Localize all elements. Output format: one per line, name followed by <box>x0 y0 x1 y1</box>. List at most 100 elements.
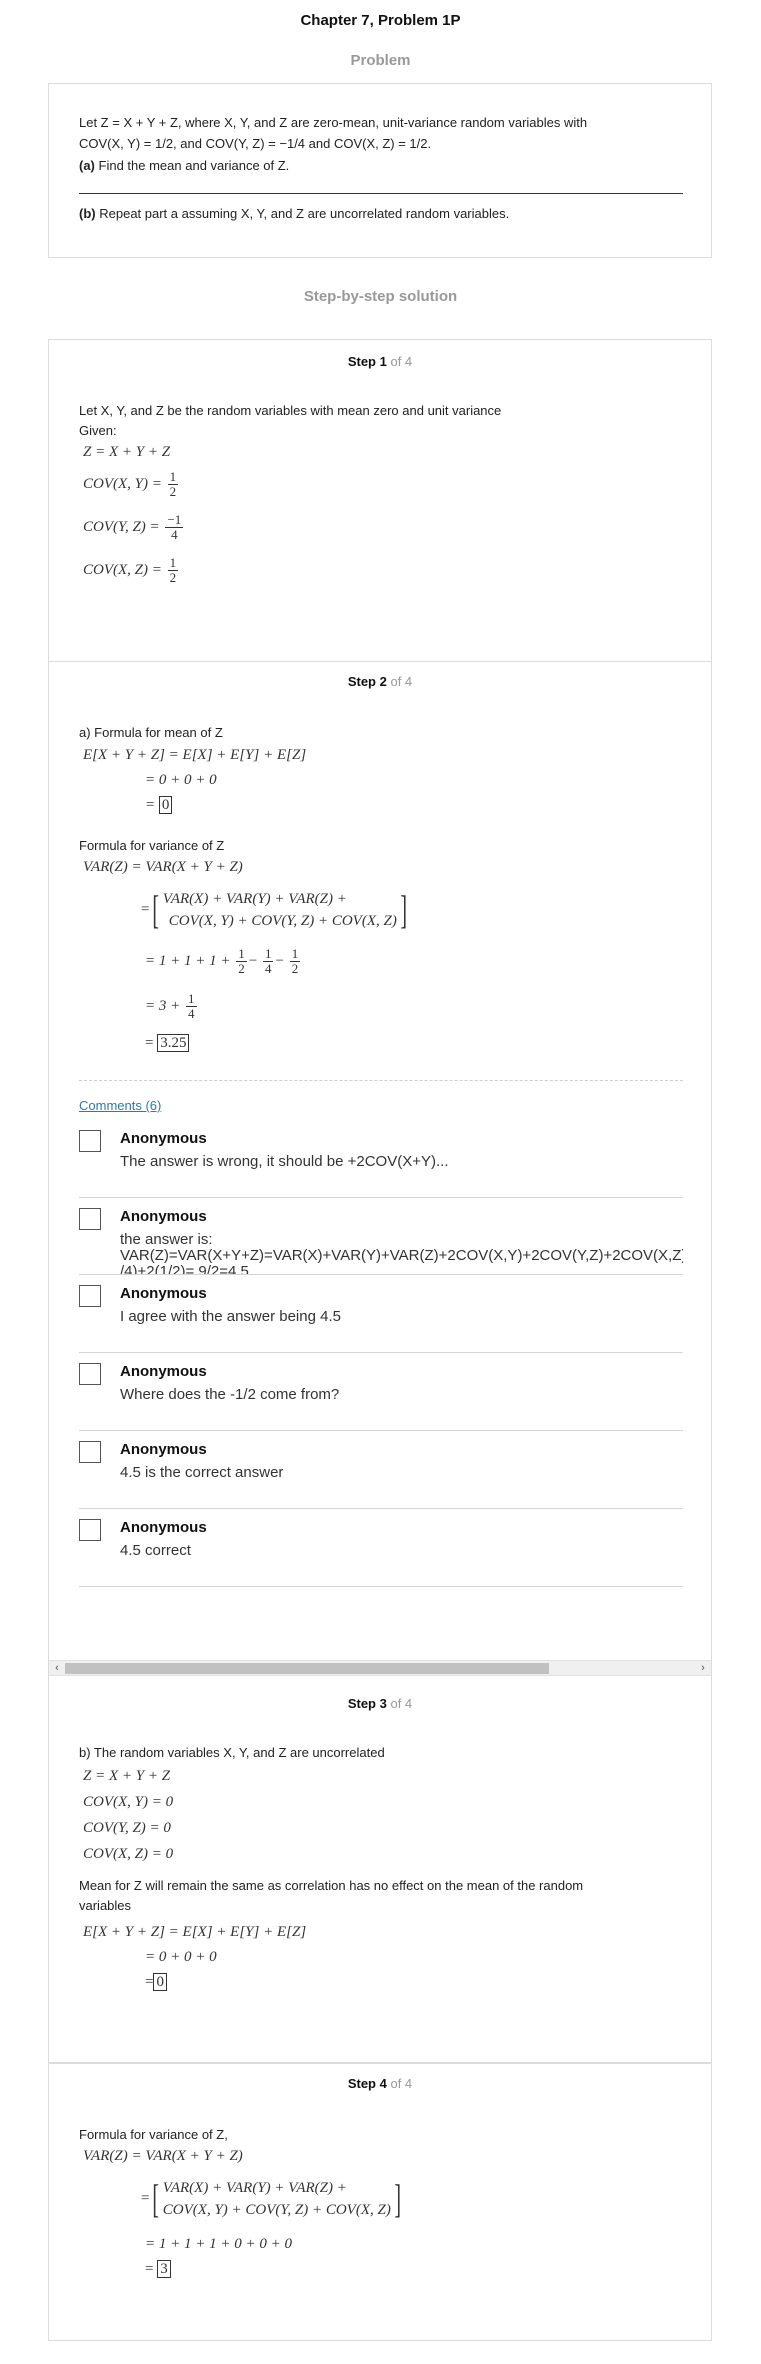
comment-checkbox[interactable] <box>79 1130 101 1152</box>
comment-author: Anonymous <box>120 1285 207 1302</box>
comment-checkbox[interactable] <box>79 1441 101 1463</box>
chevron-left-icon[interactable]: ‹ <box>49 1661 65 1675</box>
cov-xz-num: 1 <box>167 555 179 571</box>
cov-xz-den: 2 <box>169 570 177 585</box>
problem-intro-line1: Let Z = X + Y + Z, where X, Y, and Z are… <box>79 115 588 130</box>
step-1-intro: Let X, Y, and Z be the random variables … <box>79 403 502 418</box>
step-3-cov-xy: COV(X, Y) = 0 <box>83 1794 174 1810</box>
step-2-var-bracket: =[VAR(X) + VAR(Y) + VAR(Z) + COV(X, Y) + … <box>141 887 407 932</box>
var-bracket-line2: COV(X, Y) + COV(Y, Z) + COV(X, Z) <box>168 913 397 929</box>
step-3-of: of 4 <box>390 1696 413 1711</box>
step-3-mean-line2: = 0 + 0 + 0 <box>145 1949 217 1965</box>
problem-heading: Problem <box>350 52 411 69</box>
step-3-heading: b) The random variables X, Y, and Z are … <box>79 1745 385 1760</box>
step-1-eq-z: Z = X + Y + Z <box>83 444 171 460</box>
part-a-label: (a) <box>79 158 95 173</box>
part-b-text: Repeat part a assuming X, Y, and Z are u… <box>99 206 510 221</box>
comment-item: Anonymous I agree with the answer being … <box>79 1275 683 1353</box>
problem-part-a: (a) Find the mean and variance of Z. <box>79 155 289 176</box>
comment-author: Anonymous <box>120 1130 207 1147</box>
scrollbar-thumb[interactable] <box>65 1663 549 1674</box>
comment-item: Anonymous Where does the -1/2 come from? <box>79 1353 683 1431</box>
step-2-var-line3: = 1 + 1 + 1 + 1 2− 1 4− 12 <box>145 946 301 976</box>
cov-xz-fraction: 12 <box>167 555 179 585</box>
comment-item: Anonymous 4.5 is the correct answer <box>79 1431 683 1509</box>
cov-xy-num: 1 <box>167 469 179 485</box>
step-4-var-result-box: 3 <box>157 2260 171 2278</box>
cov-xy-den: 2 <box>169 484 177 499</box>
step-3-cov-yz: COV(Y, Z) = 0 <box>83 1820 171 1836</box>
comment-text: I agree with the answer being 4.5 <box>120 1308 341 1325</box>
cov-yz-label: COV(Y, Z) = <box>83 518 160 535</box>
step-3-mean-note-line1: Mean for Z will remain the same as corre… <box>79 1878 584 1893</box>
step-4-var-line1: VAR(Z) = VAR(X + Y + Z) <box>83 2148 243 2164</box>
comment-item: Anonymous the answer is: VAR(Z)=VAR(X+Y+… <box>79 1198 683 1275</box>
step-2-mean-line2: = 0 + 0 + 0 <box>145 772 217 788</box>
step-3-mean-note-line2: variables <box>79 1898 132 1913</box>
horizontal-scrollbar[interactable]: ‹ › <box>49 1660 711 1676</box>
problem-divider <box>79 193 683 194</box>
comment-text: 4.5 is the correct answer <box>120 1464 284 1481</box>
step-1-of: of 4 <box>390 354 413 369</box>
step-2-card: Step 2 of 4 a) Formula for mean of Z E[X… <box>48 662 712 1676</box>
comment-checkbox[interactable] <box>79 1519 101 1541</box>
step-1-cov-xy: COV(X, Y) = 12 <box>83 470 180 499</box>
problem-card: Let Z = X + Y + Z, where X, Y, and Z are… <box>48 83 712 258</box>
comment-text: 4.5 correct <box>120 1542 191 1559</box>
step-4-heading: Formula for variance of Z, <box>79 2127 228 2142</box>
step-3-cov-xz: COV(X, Z) = 0 <box>83 1846 174 1862</box>
step-2-of: of 4 <box>390 674 413 689</box>
step-2-mean-line1: E[X + Y + Z] = E[X] + E[Y] + E[Z] <box>83 747 307 763</box>
solution-heading: Step-by-step solution <box>303 288 458 305</box>
step-4-of: of 4 <box>390 2076 413 2091</box>
comment-checkbox[interactable] <box>79 1208 101 1230</box>
step-4-var-line3: = 1 + 1 + 1 + 0 + 0 + 0 <box>145 2236 292 2252</box>
comments-link[interactable]: Comments (6) <box>79 1098 161 1113</box>
comments-divider <box>79 1080 683 1081</box>
part-b-label: (b) <box>79 206 96 221</box>
step-3-mean-result-box: 0 <box>153 1973 167 1991</box>
comment-text: the answer is: VAR(Z)=VAR(X+Y+Z)=VAR(X)+… <box>120 1232 683 1275</box>
step-1-card: Step 1 of 4 Let X, Y, and Z be the rando… <box>48 339 712 662</box>
page-title: Chapter 7, Problem 1P <box>300 12 461 29</box>
cov-yz-num: −1 <box>165 512 184 528</box>
step-1-title: Step 1 of 4 <box>49 354 711 369</box>
step-3-card: Step 3 of 4 b) The random variables X, Y… <box>48 1676 712 2063</box>
part-a-text: Find the mean and variance of Z. <box>98 158 290 173</box>
chevron-right-icon[interactable]: › <box>695 1661 711 1675</box>
comment-checkbox[interactable] <box>79 1363 101 1385</box>
comment-author: Anonymous <box>120 1208 207 1225</box>
comment-author: Anonymous <box>120 1363 207 1380</box>
step-4-bracket-line2: COV(X, Y) + COV(Y, Z) + COV(X, Z) <box>162 2202 391 2218</box>
comment-checkbox[interactable] <box>79 1285 101 1307</box>
step-1-cov-xz: COV(X, Z) = 12 <box>83 556 180 585</box>
step-4-title: Step 4 of 4 <box>49 2076 711 2091</box>
mean-result-box: 0 <box>158 796 173 814</box>
step-2-var-result: = 3.25 <box>145 1034 190 1052</box>
var-line3-text: = 1 + 1 + 1 + <box>145 952 231 969</box>
problem-intro-line2: COV(X, Y) = 1/2, and COV(Y, Z) = −1/4 an… <box>79 136 432 151</box>
var-result-box: 3.25 <box>157 1034 190 1052</box>
step-3-label: Step 3 <box>347 1696 387 1711</box>
problem-part-b: (b) Repeat part a assuming X, Y, and Z a… <box>79 203 509 224</box>
step-4-var-bracket: =[VAR(X) + VAR(Y) + VAR(Z) + COV(X, Y) + … <box>141 2176 401 2221</box>
cov-yz-den: 4 <box>171 527 178 542</box>
comment-author: Anonymous <box>120 1441 207 1458</box>
step-3-eq-z: Z = X + Y + Z <box>83 1768 171 1784</box>
step-3-mean-line1: E[X + Y + Z] = E[X] + E[Y] + E[Z] <box>83 1924 307 1940</box>
step-3-title: Step 3 of 4 <box>49 1696 711 1711</box>
comment-author: Anonymous <box>120 1519 207 1536</box>
comment-item: Anonymous The answer is wrong, it should… <box>79 1120 683 1198</box>
step-4-label: Step 4 <box>347 2076 387 2091</box>
step-3-mean-result: = 0 <box>145 1973 167 1991</box>
step-2-var-line4: = 3 + 14 <box>145 991 197 1021</box>
step-2-mean-heading: a) Formula for mean of Z <box>79 725 223 740</box>
cov-xz-label: COV(X, Z) = <box>83 561 162 578</box>
step-4-bracket-line1: VAR(X) + VAR(Y) + VAR(Z) + <box>162 2180 347 2196</box>
step-1-cov-yz: COV(Y, Z) = −1 4 <box>83 513 185 542</box>
step-2-title: Step 2 of 4 <box>49 674 711 689</box>
step-4-card: Step 4 of 4 Formula for variance of Z, V… <box>48 2063 712 2341</box>
cov-xy-label: COV(X, Y) = <box>83 475 162 492</box>
comment-item: Anonymous 4.5 correct <box>79 1509 683 1587</box>
mean-eq-sign: = <box>145 797 156 813</box>
